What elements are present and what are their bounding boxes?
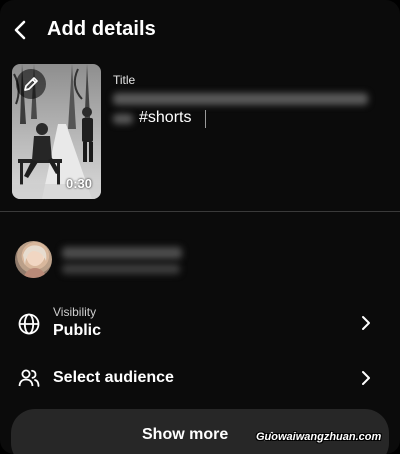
edit-thumbnail-button[interactable] (16, 69, 46, 99)
show-more-label: Show more (142, 426, 229, 443)
audience-icon (18, 369, 40, 387)
channel-row[interactable] (0, 232, 400, 288)
select-audience-label: Select audience (53, 369, 174, 386)
chevron-right-icon (362, 316, 370, 330)
page-title: Add details (47, 18, 156, 40)
back-arrow-icon (14, 20, 26, 40)
title-hashtag: #shorts (139, 109, 192, 126)
video-duration: 0:30 (65, 176, 92, 191)
visibility-value: Public (53, 322, 102, 339)
chevron-right-icon (362, 371, 370, 385)
add-details-screen: Add details 0:30 Title #shorts Visibilit… (0, 0, 400, 454)
watermark: Guowaiwangzhuan.com (256, 431, 382, 443)
top-bar: Add details (0, 0, 400, 60)
globe-icon (18, 313, 40, 335)
blurred-title-text (113, 93, 368, 105)
text-cursor (205, 110, 206, 128)
blurred-title-text (113, 114, 133, 124)
blurred-channel-handle (62, 264, 180, 274)
visibility-label: Visibility (53, 305, 97, 319)
pencil-icon (24, 77, 38, 91)
avatar (15, 241, 52, 278)
divider (0, 211, 400, 212)
video-thumbnail[interactable]: 0:30 (12, 64, 101, 199)
select-audience-row[interactable]: Select audience (0, 356, 400, 400)
blurred-channel-name (62, 247, 182, 259)
visibility-row[interactable]: Visibility Public (0, 298, 400, 346)
back-button[interactable] (8, 14, 32, 46)
